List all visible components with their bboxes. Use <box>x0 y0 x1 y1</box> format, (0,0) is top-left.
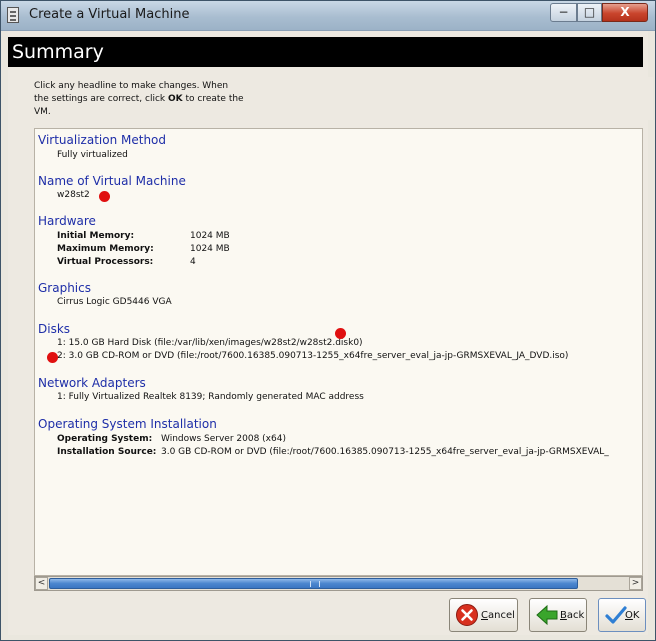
marker-dot <box>335 328 346 339</box>
scrollbar-thumb[interactable] <box>49 578 578 589</box>
cancel-button[interactable]: Cancel <box>449 598 518 632</box>
back-mnemonic: B <box>560 610 567 621</box>
hardware-value-maximum-memory: 1024 MB <box>190 244 230 254</box>
instructions-line-1: Click any headline to make changes. When <box>34 81 229 91</box>
hardware-label-initial-memory: Initial Memory: <box>57 231 135 241</box>
minimize-button[interactable]: − <box>550 3 577 22</box>
cancel-button-label: Cancel <box>481 610 515 621</box>
hardware-label-maximum-memory: Maximum Memory: <box>57 244 154 254</box>
page-title: Summary <box>8 37 643 67</box>
close-button[interactable]: X <box>602 3 648 22</box>
virtualization-method-value: Fully virtualized <box>57 150 128 160</box>
graphics-value: Cirrus Logic GD5446 VGA <box>57 297 172 307</box>
headline-virtualization-method[interactable]: Virtualization Method <box>38 133 166 147</box>
os-label-operating-system: Operating System: <box>57 434 153 444</box>
headline-hardware[interactable]: Hardware <box>38 214 96 228</box>
cancel-label-rest: ancel <box>487 610 515 621</box>
headline-os-installation[interactable]: Operating System Installation <box>38 417 217 431</box>
summary-panel: Virtualization Method Fully virtualized … <box>34 128 643 576</box>
ok-button[interactable]: OK <box>598 598 646 632</box>
headline-network-adapters[interactable]: Network Adapters <box>38 376 146 390</box>
os-value-installation-source: 3.0 GB CD-ROM or DVD (file:/root/7600.16… <box>161 447 609 457</box>
scroll-right-arrow[interactable]: > <box>629 577 642 590</box>
app-document-icon <box>7 7 19 23</box>
scroll-left-arrow[interactable]: < <box>35 577 48 590</box>
scrollbar-grip <box>310 581 320 587</box>
marker-dot <box>99 191 110 202</box>
instructions-ok-word: OK <box>168 94 183 104</box>
hardware-value-initial-memory: 1024 MB <box>190 231 230 241</box>
cancel-icon <box>456 604 478 626</box>
maximize-button[interactable]: □ <box>577 3 602 22</box>
ok-button-label: OK <box>625 610 639 621</box>
back-label-rest: ack <box>566 610 585 621</box>
back-arrow-icon <box>536 604 558 626</box>
instructions-text: Click any headline to make changes. When… <box>13 77 653 120</box>
instructions-line-3: VM. <box>34 107 51 117</box>
instructions-line-2-pre: the settings are correct, click <box>34 94 169 104</box>
cancel-mnemonic: C <box>481 610 488 621</box>
horizontal-scrollbar[interactable]: < > <box>34 576 643 591</box>
vm-name-value: w28st2 <box>57 190 90 200</box>
window-title: Create a Virtual Machine <box>29 7 190 22</box>
headline-vm-name[interactable]: Name of Virtual Machine <box>38 174 186 188</box>
title-bar[interactable]: Create a Virtual Machine − □ X <box>1 1 655 31</box>
ok-label-rest: K <box>632 610 640 621</box>
dialog-window: Create a Virtual Machine − □ X Summary C… <box>0 0 656 641</box>
hardware-label-virtual-processors: Virtual Processors: <box>57 257 154 267</box>
os-label-installation-source: Installation Source: <box>57 447 157 457</box>
instructions-line-2: the settings are correct, click OK to cr… <box>34 94 244 104</box>
network-adapter-value: 1: Fully Virtualized Realtek 8139; Rando… <box>57 392 364 402</box>
back-button-label: Back <box>560 610 584 621</box>
disk-item-1: 1: 15.0 GB Hard Disk (file:/var/lib/xen/… <box>57 338 363 348</box>
disk-item-2: 2: 3.0 GB CD-ROM or DVD (file:/root/7600… <box>57 351 569 361</box>
ok-mnemonic: O <box>625 610 633 621</box>
marker-dot <box>47 352 58 363</box>
headline-graphics[interactable]: Graphics <box>38 281 91 295</box>
instructions-line-2-post: to create the <box>182 94 244 104</box>
headline-disks[interactable]: Disks <box>38 322 70 336</box>
hardware-value-virtual-processors: 4 <box>190 257 196 267</box>
os-value-operating-system: Windows Server 2008 (x64) <box>161 434 286 444</box>
back-button[interactable]: Back <box>529 598 587 632</box>
